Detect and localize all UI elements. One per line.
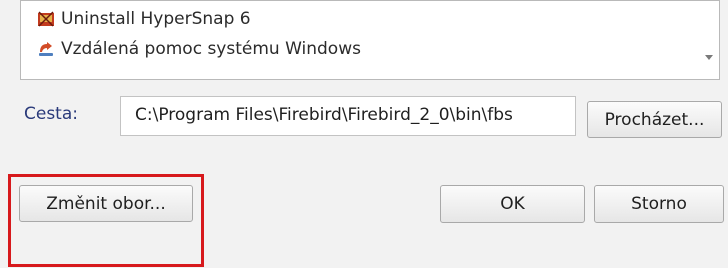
scroll-down-arrow-icon[interactable] [705, 55, 713, 60]
remote-assistance-icon [37, 40, 55, 58]
path-label: Cesta: [24, 104, 78, 124]
program-list[interactable]: Uninstall HyperSnap 6 Vzdálená pomoc sys… [20, 0, 720, 80]
list-item[interactable]: Uninstall HyperSnap 6 [37, 7, 251, 31]
browse-button[interactable]: Procházet... [587, 101, 722, 138]
path-field[interactable]: C:\Program Files\Firebird\Firebird_2_0\b… [120, 96, 576, 136]
list-item[interactable]: Vzdálená pomoc systému Windows [37, 37, 361, 61]
list-item-label: Vzdálená pomoc systému Windows [61, 39, 361, 59]
hypersnap-uninstall-icon [37, 10, 55, 28]
ok-button[interactable]: OK [440, 185, 585, 223]
list-item-label: Uninstall HyperSnap 6 [61, 9, 251, 29]
change-scope-button[interactable]: Změnit obor... [19, 185, 193, 222]
cancel-button[interactable]: Storno [594, 185, 724, 223]
